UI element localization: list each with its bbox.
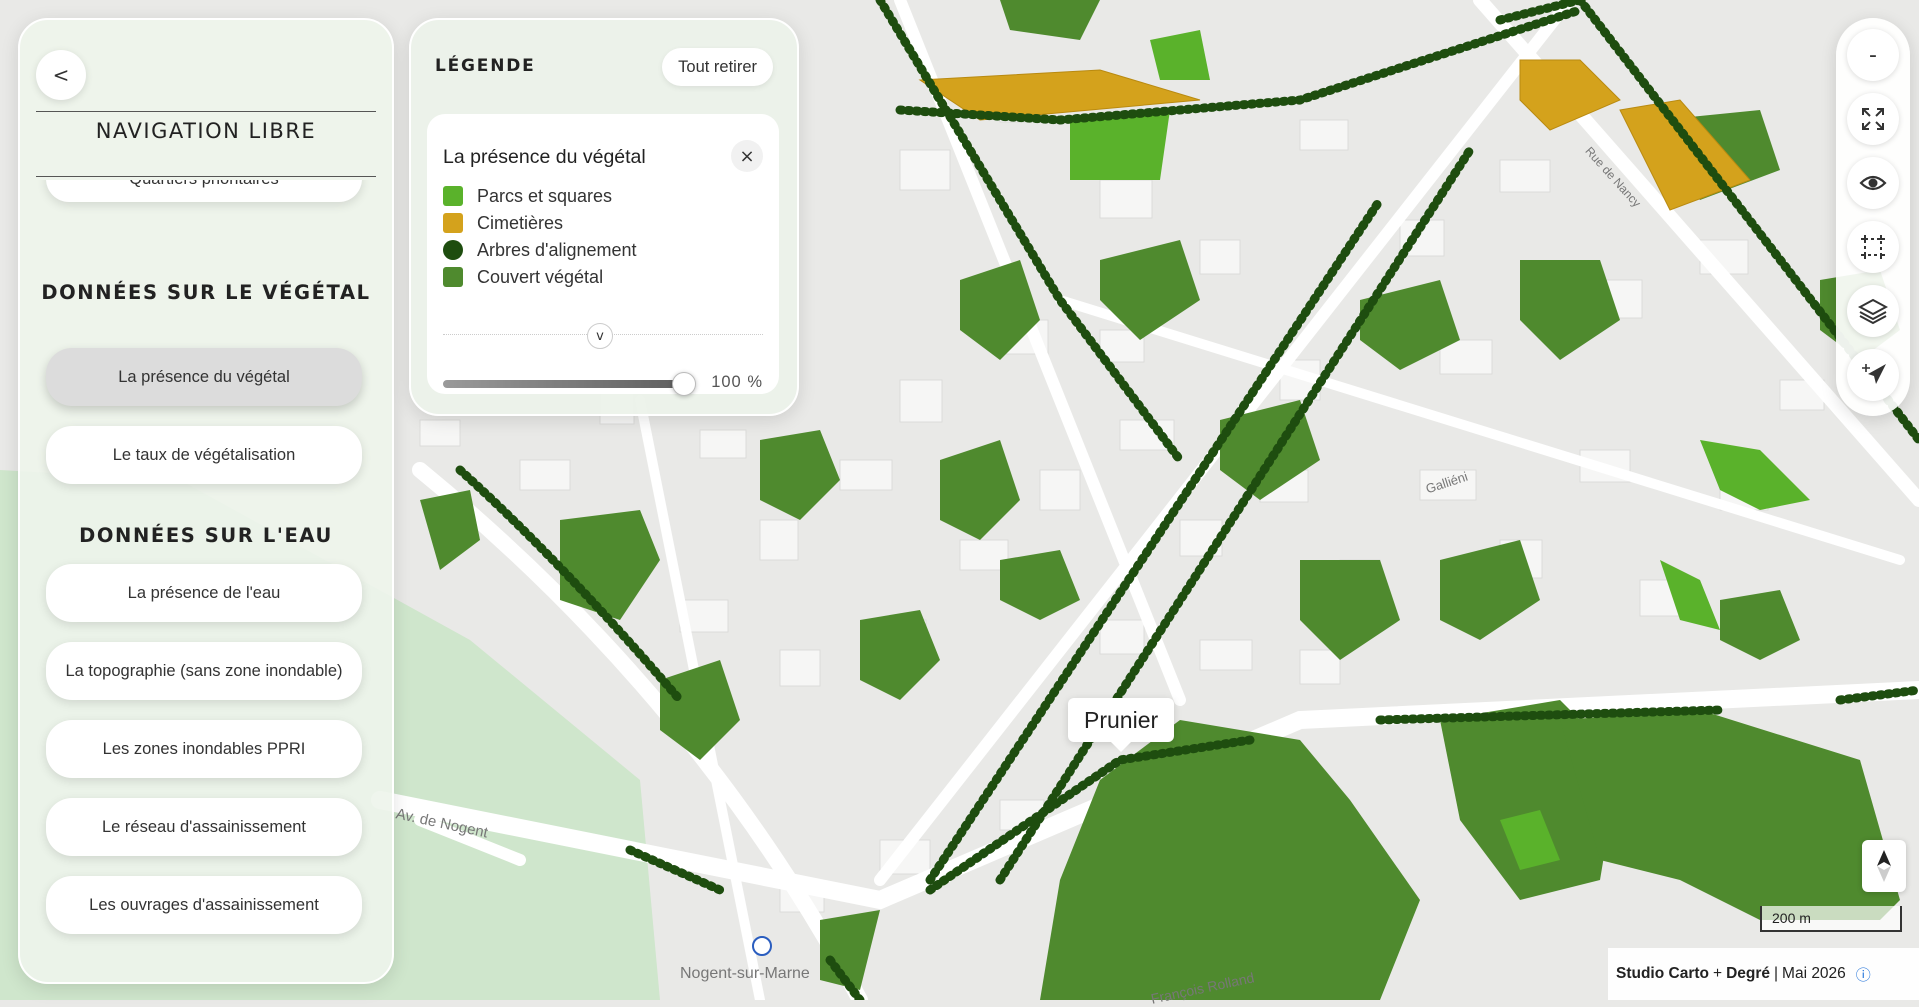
sidebar-item-reseau-assainissement[interactable]: Le réseau d'assainissement <box>46 798 362 856</box>
credit-separator: | <box>1774 965 1779 982</box>
credit-studio: Studio Carto <box>1616 965 1709 982</box>
compass-button[interactable] <box>1862 840 1906 892</box>
map-tooltip: Prunier <box>1068 698 1175 752</box>
legend-label: Couvert végétal <box>477 266 604 287</box>
compass-icon <box>1877 850 1891 882</box>
panel-title: NAVIGATION LIBRE <box>36 111 376 177</box>
scale-bar: 200 m <box>1760 906 1902 932</box>
legend-title: LÉGENDE <box>435 56 536 76</box>
legend-entry: Couvert végétal <box>443 265 603 289</box>
map-toolbar: - <box>1836 18 1910 416</box>
layers-button[interactable] <box>1847 285 1899 337</box>
eye-icon <box>1859 175 1887 191</box>
legend-label: Parcs et squares <box>477 185 613 206</box>
credit-date: Mai 2026 <box>1782 965 1846 982</box>
opacity-slider-track[interactable] <box>443 380 683 388</box>
credits-bar: Studio Carto + Degré | Mai 2026 ⓘ <box>1608 948 1919 1000</box>
legend-entry: Cimetières <box>443 211 563 235</box>
rer-station-icon <box>752 936 772 956</box>
legend-entry: Arbres d'alignement <box>443 238 637 262</box>
section-title-eau: DONNÉES SUR L'EAU <box>79 524 333 547</box>
selection-button[interactable] <box>1847 221 1899 273</box>
zoom-out-label: - <box>1869 42 1877 68</box>
legend-swatch <box>443 240 463 260</box>
credit-partner: Degré <box>1726 965 1770 982</box>
sidebar-item-presence-vegetal[interactable]: La présence du végétal <box>46 348 362 406</box>
legend-label: Cimetières <box>477 212 564 233</box>
legend-panel: LÉGENDE Tout retirer La présence du végé… <box>409 18 799 416</box>
info-icon[interactable]: ⓘ <box>1856 964 1871 985</box>
sidebar-item-zones-inondables[interactable]: Les zones inondables PPRI <box>46 720 362 778</box>
legend-entry: Parcs et squares <box>443 184 612 208</box>
panel-scroll-area[interactable]: Quartiers prioritaires DONNÉES SUR LE VÉ… <box>20 180 392 972</box>
section-title-vegetal: DONNÉES SUR LE VÉGÉTAL <box>41 281 371 304</box>
fullscreen-icon <box>1862 108 1884 130</box>
back-button[interactable]: < <box>36 50 86 100</box>
legend-swatch <box>443 186 463 206</box>
zoom-out-button[interactable]: - <box>1847 29 1899 81</box>
layers-icon <box>1858 298 1888 325</box>
sidebar-item-quartiers-prioritaires[interactable]: Quartiers prioritaires <box>46 180 362 202</box>
legend-label: Arbres d'alignement <box>477 239 637 260</box>
legend-layer-title: La présence du végétal <box>443 146 646 168</box>
opacity-slider-thumb[interactable] <box>672 372 696 396</box>
legend-layer-card: La présence du végétal × Parcs et square… <box>427 114 779 396</box>
sidebar-item-ouvrages-assainissement[interactable]: Les ouvrages d'assainissement <box>46 876 362 934</box>
legend-swatch <box>443 267 463 287</box>
visibility-button[interactable] <box>1847 157 1899 209</box>
legend-swatch <box>443 213 463 233</box>
sidebar-item-taux-vegetalisation[interactable]: Le taux de végétalisation <box>46 426 362 484</box>
remove-all-button[interactable]: Tout retirer <box>662 48 773 86</box>
expand-legend-button[interactable]: v <box>587 323 613 349</box>
navigate-icon <box>1862 364 1886 384</box>
close-layer-button[interactable]: × <box>731 140 763 172</box>
navigate-button[interactable] <box>1847 349 1899 401</box>
street-label: Nogent-sur-Marne <box>680 965 810 982</box>
sidebar-item-topographie[interactable]: La topographie (sans zone inondable) <box>46 642 362 700</box>
sidebar-item-presence-eau[interactable]: La présence de l'eau <box>46 564 362 622</box>
opacity-value: 100 % <box>711 373 763 391</box>
selection-icon <box>1861 235 1885 259</box>
fullscreen-button[interactable] <box>1847 93 1899 145</box>
credit-plus: + <box>1713 965 1723 982</box>
navigation-panel: < NAVIGATION LIBRE Quartiers prioritaire… <box>18 18 394 984</box>
